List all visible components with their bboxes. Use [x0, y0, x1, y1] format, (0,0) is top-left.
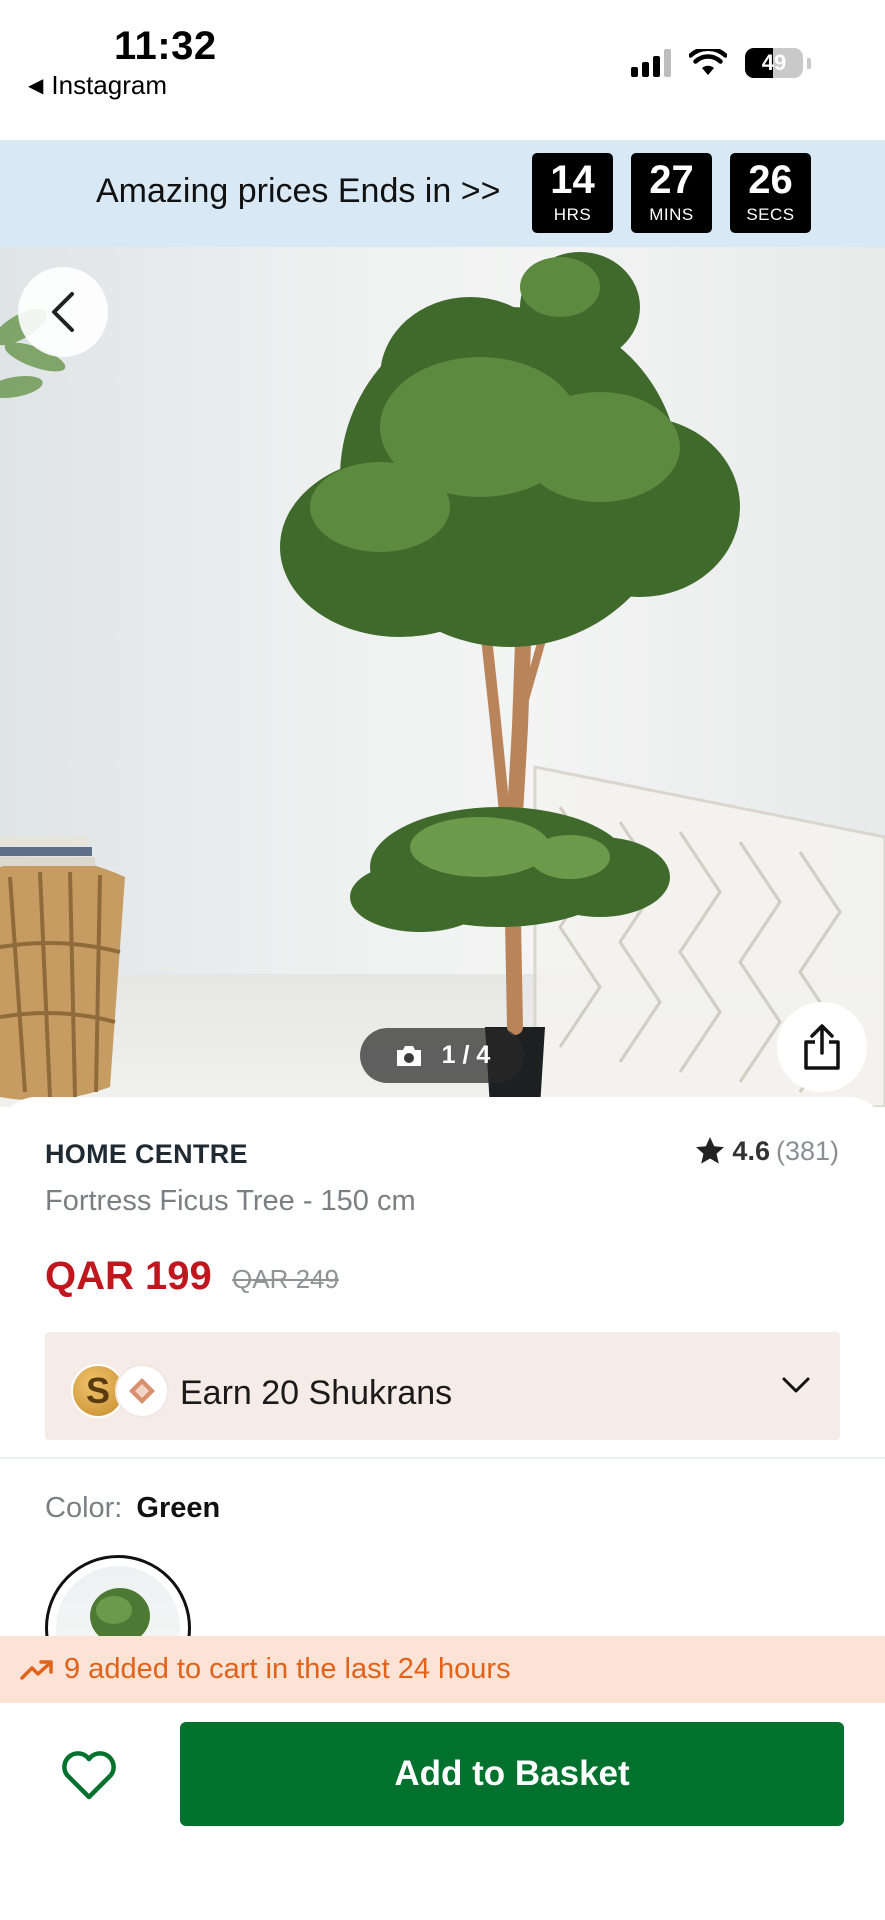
brand-name[interactable]: HOME CENTRE [45, 1139, 248, 1170]
image-counter-text: 1 / 4 [441, 1041, 491, 1069]
rating-value: 4.6 [732, 1135, 770, 1166]
wishlist-button[interactable] [58, 1745, 120, 1807]
cellular-signal-icon [631, 49, 671, 77]
current-price: QAR 199 [45, 1254, 212, 1298]
status-bar: 11:32 ◀ Instagram 49 [0, 0, 885, 140]
color-value: Green [136, 1492, 221, 1524]
status-icons: 49 [631, 48, 811, 78]
section-divider [0, 1457, 885, 1459]
camera-icon [396, 1045, 421, 1066]
rating-count: (381) [775, 1135, 839, 1166]
cart-activity-notice: 9 added to cart in the last 24 hours [0, 1636, 885, 1703]
shukran-diamond-icon [115, 1364, 169, 1418]
share-icon [804, 1024, 840, 1070]
bottom-action-bar: Add to Basket [0, 1703, 885, 1920]
add-to-basket-button[interactable]: Add to Basket [180, 1722, 844, 1826]
shukran-text: Earn 20 Shukrans [180, 1374, 453, 1412]
color-label: Color: [45, 1492, 123, 1524]
battery-percent: 49 [761, 50, 787, 75]
product-name: Fortress Ficus Tree - 150 cm [45, 1185, 416, 1217]
chevron-left-icon [52, 292, 74, 332]
back-app-label: Instagram [51, 70, 167, 100]
color-selector-label: Color: Green [45, 1492, 220, 1525]
product-image-gallery[interactable]: 1 / 4 [0, 247, 885, 1107]
original-price: QAR 249 [232, 1264, 339, 1294]
chevron-down-icon [782, 1377, 810, 1393]
back-button[interactable] [18, 267, 108, 357]
share-button[interactable] [777, 1002, 867, 1092]
status-time: 11:32 [114, 24, 217, 68]
shukran-rewards-panel[interactable]: S Earn 20 Shukrans [45, 1332, 840, 1440]
countdown-seconds: 26 SECS [730, 153, 811, 233]
back-triangle-icon: ◀ [28, 75, 44, 97]
battery-icon: 49 [745, 48, 803, 78]
promo-text: Amazing prices Ends in >> [96, 172, 501, 210]
promo-banner[interactable]: Amazing prices Ends in >> 14 HRS 27 MINS… [0, 140, 885, 247]
countdown-minutes: 27 MINS [631, 153, 712, 233]
image-counter: 1 / 4 [360, 1028, 524, 1083]
product-photo [0, 252, 885, 1107]
star-icon [696, 1137, 725, 1164]
cart-notice-text: 9 added to cart in the last 24 hours [64, 1653, 511, 1685]
countdown-timer: 14 HRS 27 MINS 26 SECS [532, 153, 811, 233]
countdown-hours: 14 HRS [532, 153, 613, 233]
back-to-app-link[interactable]: ◀ Instagram [28, 70, 167, 101]
wifi-icon [689, 49, 727, 75]
heart-icon [62, 1751, 116, 1800]
product-rating[interactable]: 4.6 (381) [694, 1135, 839, 1167]
trending-up-icon [20, 1659, 53, 1680]
